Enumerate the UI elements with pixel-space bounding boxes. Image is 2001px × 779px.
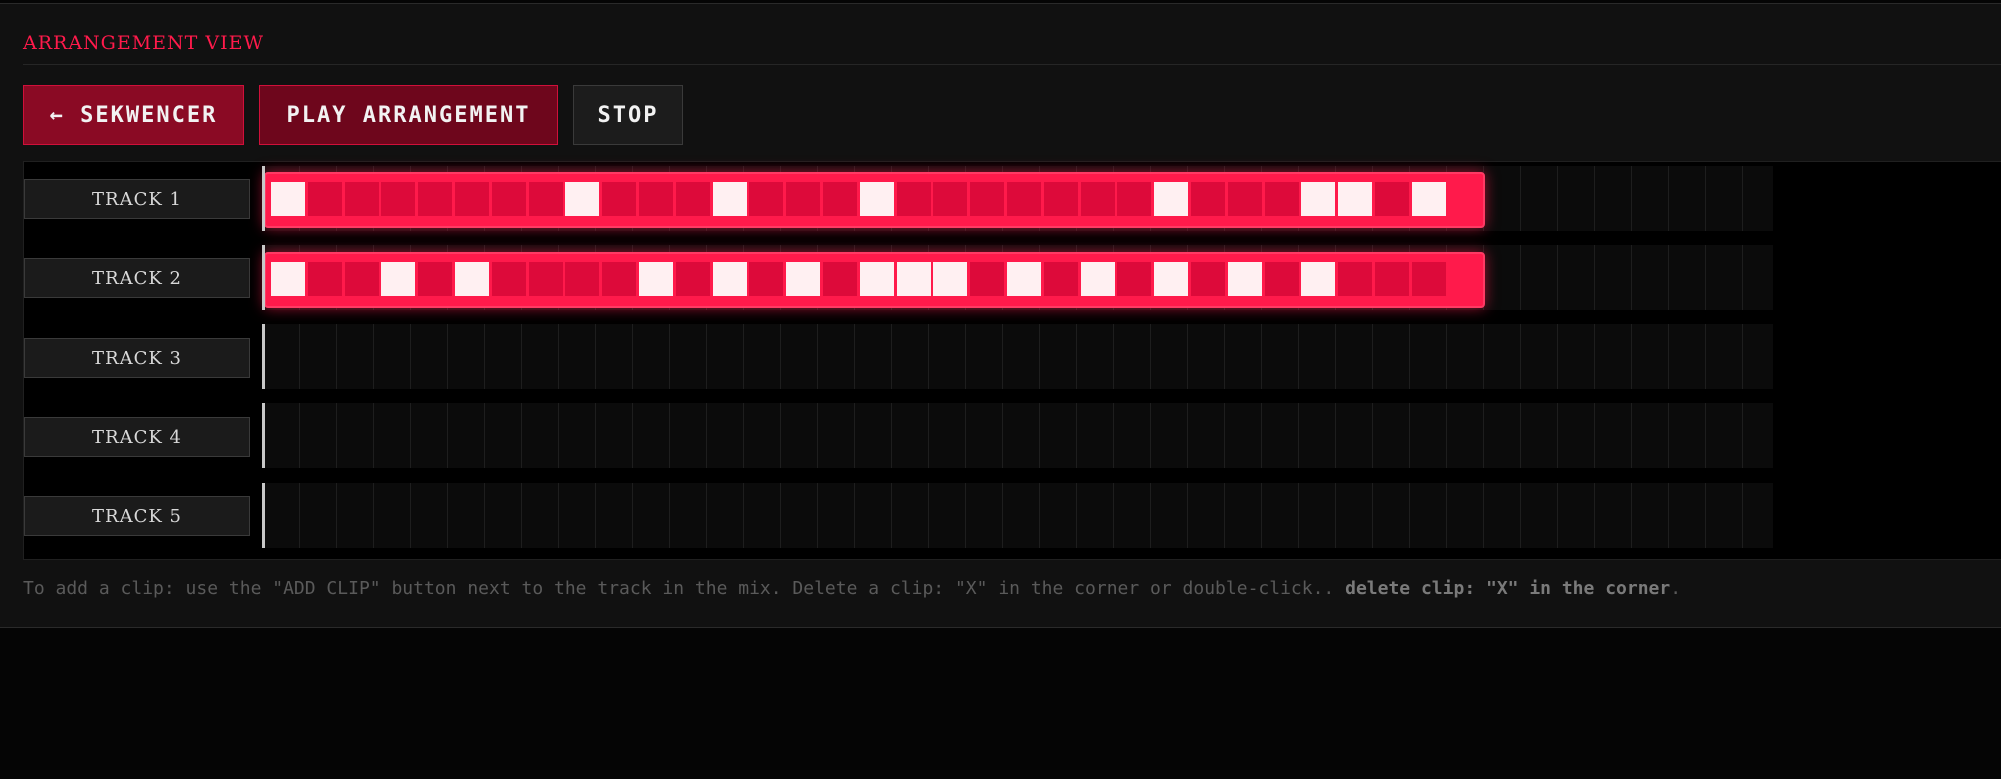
clip-step-active bbox=[933, 262, 968, 296]
clip-track-1[interactable] bbox=[264, 172, 1485, 228]
clip-step bbox=[1375, 262, 1409, 296]
clip-step bbox=[675, 182, 710, 216]
clip-step bbox=[749, 182, 784, 216]
playhead bbox=[262, 245, 265, 310]
clip-step bbox=[1043, 182, 1078, 216]
panel-title: ARRANGEMENT VIEW bbox=[23, 32, 265, 54]
clip-step bbox=[675, 262, 710, 296]
help-text-end: . bbox=[1670, 578, 1682, 599]
clip-step bbox=[491, 182, 526, 216]
clip-step bbox=[381, 182, 416, 216]
clip-step bbox=[970, 262, 1005, 296]
clip-step-active bbox=[1080, 262, 1115, 296]
clip-step-active bbox=[1301, 262, 1336, 296]
clip-step bbox=[1191, 182, 1225, 216]
clip-step-active bbox=[271, 182, 305, 216]
clip-step-active bbox=[1154, 182, 1189, 216]
clip-step-active bbox=[565, 182, 600, 216]
track-label-4[interactable]: TRACK 4 bbox=[24, 417, 250, 457]
clip-step-active bbox=[712, 182, 747, 216]
clip-step bbox=[1080, 182, 1115, 216]
clip-step bbox=[602, 262, 637, 296]
clip-step bbox=[823, 262, 857, 296]
clip-step-active bbox=[455, 262, 489, 296]
track-label-3[interactable]: TRACK 3 bbox=[24, 338, 250, 378]
help-text-bold: delete clip: "X" in the corner bbox=[1345, 578, 1671, 599]
help-text-main: To add a clip: use the "ADD CLIP" button… bbox=[23, 578, 1346, 599]
clip-step bbox=[1007, 182, 1041, 216]
playhead bbox=[262, 403, 265, 468]
clip-step bbox=[1043, 262, 1078, 296]
clip-step bbox=[528, 182, 563, 216]
track-lane-3[interactable] bbox=[262, 324, 1773, 389]
clip-track-2[interactable] bbox=[264, 252, 1485, 308]
playhead bbox=[262, 166, 265, 231]
track-label-1[interactable]: TRACK 1 bbox=[24, 179, 250, 219]
clip-step bbox=[307, 182, 342, 216]
clip-step bbox=[1264, 262, 1299, 296]
clip-step bbox=[896, 182, 931, 216]
clip-step bbox=[933, 182, 968, 216]
clip-step bbox=[1411, 262, 1446, 296]
clip-step bbox=[1338, 262, 1373, 296]
clip-step-active bbox=[1301, 182, 1336, 216]
track-label-5[interactable]: TRACK 5 bbox=[24, 496, 250, 536]
clip-step-active bbox=[381, 262, 416, 296]
playhead bbox=[262, 483, 265, 548]
track-lane-5[interactable] bbox=[262, 483, 1773, 548]
clip-step bbox=[749, 262, 784, 296]
clip-step bbox=[455, 182, 489, 216]
clip-step-active bbox=[639, 262, 673, 296]
clip-step-active bbox=[1227, 262, 1262, 296]
clip-step bbox=[565, 262, 600, 296]
clip-step-active bbox=[786, 262, 821, 296]
clip-step-active bbox=[1338, 182, 1373, 216]
clip-step bbox=[1117, 262, 1152, 296]
clip-step bbox=[1191, 262, 1225, 296]
help-text: To add a clip: use the "ADD CLIP" button… bbox=[23, 578, 1681, 599]
clip-step-active bbox=[271, 262, 305, 296]
stop-button[interactable]: STOP bbox=[573, 85, 683, 145]
clip-step-active bbox=[1154, 262, 1189, 296]
title-divider bbox=[23, 64, 2001, 65]
clip-step bbox=[1264, 182, 1299, 216]
clip-step-active bbox=[859, 262, 894, 296]
clip-step bbox=[418, 182, 453, 216]
clip-step bbox=[307, 262, 342, 296]
clip-step bbox=[528, 262, 563, 296]
track-label-2[interactable]: TRACK 2 bbox=[24, 258, 250, 298]
play-arrangement-button[interactable]: PLAY ARRANGEMENT bbox=[259, 85, 558, 145]
clip-step bbox=[1375, 182, 1409, 216]
playhead bbox=[262, 324, 265, 389]
clip-step bbox=[970, 182, 1005, 216]
clip-step bbox=[1117, 182, 1152, 216]
track-lane-4[interactable] bbox=[262, 403, 1773, 468]
clip-step bbox=[344, 262, 379, 296]
clip-step bbox=[602, 182, 637, 216]
clip-step bbox=[418, 262, 453, 296]
clip-step-active bbox=[1007, 262, 1041, 296]
clip-step bbox=[1227, 182, 1262, 216]
clip-step-active bbox=[896, 262, 931, 296]
clip-step bbox=[344, 182, 379, 216]
clip-step-active bbox=[712, 262, 747, 296]
clip-step-active bbox=[1411, 182, 1446, 216]
clip-step-active bbox=[859, 182, 894, 216]
clip-step bbox=[639, 182, 673, 216]
back-to-sequencer-button[interactable]: ← SEKWENCER bbox=[23, 85, 244, 145]
clip-step bbox=[491, 262, 526, 296]
clip-step bbox=[786, 182, 821, 216]
clip-step bbox=[823, 182, 857, 216]
